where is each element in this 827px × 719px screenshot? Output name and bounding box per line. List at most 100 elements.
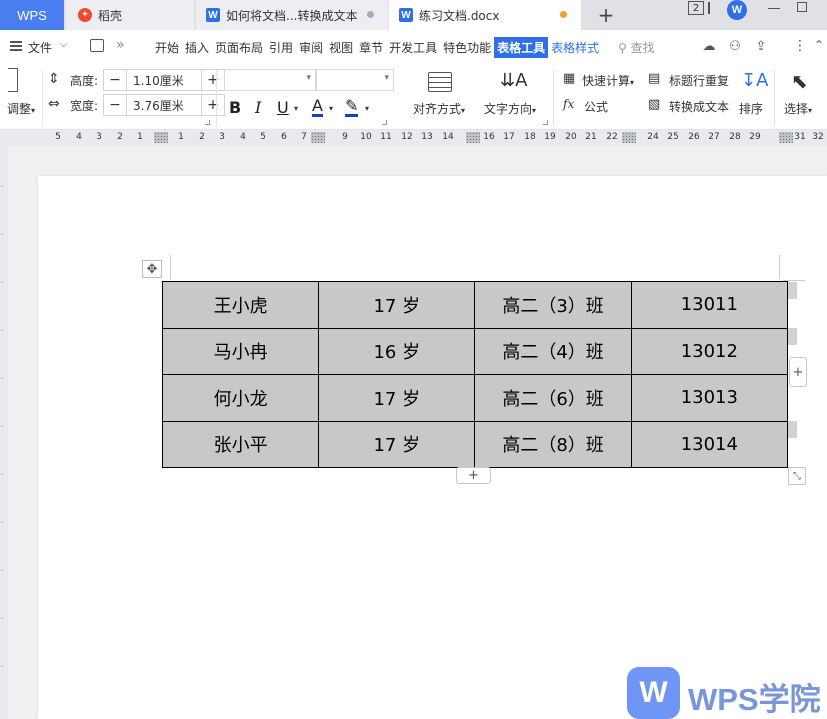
- font-color-dropdown-icon[interactable]: ▾: [329, 104, 333, 113]
- new-tab-button[interactable]: +: [594, 3, 618, 27]
- tab-document-1[interactable]: W 如何将文档...转换成文本: [196, 0, 388, 30]
- sort-button[interactable]: 排序: [739, 100, 763, 117]
- menu-view[interactable]: 视图: [326, 37, 356, 58]
- table-cell[interactable]: 17 岁: [318, 374, 476, 422]
- ruler-column-marker[interactable]: [622, 132, 636, 143]
- font-family-select[interactable]: [224, 69, 316, 91]
- user-share-icon[interactable]: ⚇: [728, 39, 742, 54]
- width-stepper[interactable]: − 3.76厘米 +: [103, 94, 225, 116]
- double-chevron-icon[interactable]: »: [116, 37, 125, 53]
- dialog-launcher-icon[interactable]: [205, 120, 210, 125]
- ruler-column-marker[interactable]: [779, 132, 793, 143]
- chevron-down-icon[interactable]: ⌵: [60, 39, 68, 50]
- ruler-number: 5: [260, 132, 266, 142]
- table-cell[interactable]: 13013: [630, 374, 789, 422]
- more-options-icon[interactable]: ⋮: [793, 38, 807, 54]
- dialog-launcher-icon[interactable]: [382, 120, 387, 125]
- menu-table-tools[interactable]: 表格工具: [494, 37, 549, 58]
- align-icon[interactable]: [428, 72, 452, 92]
- menu-table-style[interactable]: 表格样式: [548, 37, 602, 58]
- width-value[interactable]: 3.76厘米: [126, 95, 202, 115]
- align-button[interactable]: 对齐方式▾: [413, 100, 465, 117]
- unsaved-dot[interactable]: [560, 11, 567, 18]
- text-direction-button[interactable]: 文字方向▾: [484, 100, 536, 117]
- menu-home[interactable]: 开始: [152, 37, 182, 58]
- width-increase-button[interactable]: +: [202, 95, 224, 115]
- cloud-sync-icon[interactable]: ☁: [702, 39, 716, 54]
- formula-button[interactable]: 公式: [584, 98, 608, 115]
- font-size-select[interactable]: [316, 69, 394, 91]
- height-increase-button[interactable]: +: [202, 70, 224, 90]
- wps-account-icon[interactable]: W: [727, 0, 747, 20]
- menu-features[interactable]: 特色功能: [440, 37, 494, 58]
- tab-close-dot[interactable]: [367, 11, 374, 18]
- ruler-column-marker[interactable]: [466, 132, 480, 143]
- ruler-number: 28: [729, 132, 741, 142]
- table-cell[interactable]: 高二（6）班: [474, 374, 632, 422]
- table-cell[interactable]: 16 岁: [318, 327, 476, 375]
- convert-text-button[interactable]: 转换成文本: [669, 98, 729, 115]
- repeat-header-button[interactable]: 标题行重复: [669, 72, 729, 89]
- width-decrease-button[interactable]: −: [104, 95, 126, 115]
- search-box[interactable]: ⚲ 查找: [618, 39, 655, 56]
- wps-academy-logo-letter: W: [639, 676, 668, 709]
- table-cell[interactable]: 何小龙: [161, 374, 320, 422]
- save-icon[interactable]: [90, 39, 104, 52]
- font-color-button[interactable]: A: [312, 98, 323, 117]
- tab-daoke[interactable]: ✦ 稻壳: [66, 0, 194, 30]
- adjust-icon[interactable]: [8, 68, 18, 92]
- tab-wps-home[interactable]: WPS: [0, 0, 64, 30]
- menu-references[interactable]: 引用: [266, 37, 296, 58]
- bold-button[interactable]: B: [229, 98, 241, 117]
- table-cell[interactable]: 王小虎: [161, 281, 320, 329]
- menu-page-layout[interactable]: 页面布局: [212, 37, 266, 58]
- hamburger-icon[interactable]: [10, 41, 22, 51]
- highlight-dropdown-icon[interactable]: ▾: [365, 104, 369, 113]
- table-cell[interactable]: 高二（3）班: [474, 281, 632, 329]
- menu-file[interactable]: 文件: [28, 39, 52, 56]
- height-stepper[interactable]: − 1.10厘米 +: [103, 69, 225, 91]
- menu-chapter[interactable]: 章节: [356, 37, 386, 58]
- menu-review[interactable]: 审阅: [296, 37, 326, 58]
- add-row-button[interactable]: +: [456, 467, 491, 484]
- table-cell[interactable]: 13014: [630, 420, 789, 468]
- highlight-icon[interactable]: ✎: [345, 98, 359, 117]
- dialog-launcher-icon[interactable]: [543, 120, 548, 125]
- window-count-icon[interactable]: 2: [688, 1, 704, 15]
- collapse-ribbon-icon[interactable]: ⌃: [814, 38, 824, 52]
- table-cell[interactable]: 17 岁: [318, 281, 476, 329]
- table-cell[interactable]: 17 岁: [318, 420, 476, 468]
- table-resize-icon[interactable]: ⤡: [788, 467, 806, 485]
- table-cell[interactable]: 13011: [630, 281, 789, 329]
- text-direction-icon[interactable]: ⇊A: [500, 70, 527, 91]
- menu-developer[interactable]: 开发工具: [386, 37, 440, 58]
- select-button[interactable]: 选择▾: [784, 100, 812, 117]
- add-column-button[interactable]: +: [789, 357, 807, 387]
- horizontal-ruler[interactable]: 5 4 3 2 1 1 2 3 4 5 6 7 9 10 11 12 13 14…: [0, 130, 827, 146]
- height-decrease-button[interactable]: −: [104, 70, 126, 90]
- quick-calc-button[interactable]: 快速计算▾: [582, 72, 634, 89]
- ruler-column-marker[interactable]: [154, 132, 168, 143]
- cursor-icon[interactable]: ⬉: [791, 69, 808, 93]
- table-move-icon[interactable]: ✥: [142, 260, 162, 278]
- tab-document-2[interactable]: W 练习文档.docx: [389, 0, 581, 30]
- table-cell[interactable]: 13012: [630, 327, 789, 375]
- share-icon[interactable]: ⇪: [754, 39, 768, 54]
- table-cell[interactable]: 张小平: [161, 420, 320, 468]
- vertical-ruler[interactable]: · · · · · · · · · · ·: [0, 146, 8, 719]
- ruler-column-marker[interactable]: [311, 132, 325, 143]
- minimize-icon[interactable]: [768, 8, 780, 9]
- menu-insert[interactable]: 插入: [182, 37, 212, 58]
- underline-button[interactable]: U: [277, 98, 289, 117]
- table-cell[interactable]: 高二（8）班: [474, 420, 632, 468]
- student-table[interactable]: 王小虎 17 岁 高二（3）班 13011 马小冉 16 岁 高二（4）班 13…: [161, 281, 789, 468]
- underline-dropdown-icon[interactable]: ▾: [294, 104, 298, 113]
- table-cell[interactable]: 马小冉: [161, 327, 320, 375]
- maximize-icon[interactable]: [797, 2, 807, 12]
- adjust-label[interactable]: 调整▾: [7, 100, 35, 117]
- quick-calc-label: 快速计算: [582, 74, 631, 88]
- italic-button[interactable]: I: [255, 98, 261, 117]
- table-cell[interactable]: 高二（4）班: [474, 327, 632, 375]
- sort-icon[interactable]: ↧A: [741, 70, 768, 91]
- height-value[interactable]: 1.10厘米: [126, 70, 202, 90]
